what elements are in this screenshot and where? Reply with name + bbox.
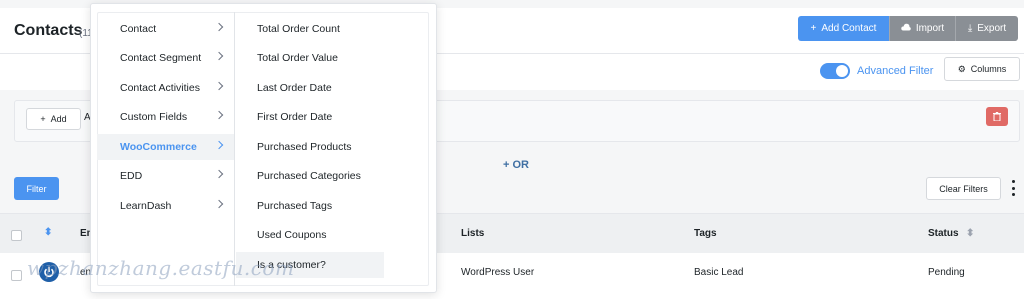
plus-icon: +	[40, 114, 46, 124]
cell-tags: Basic Lead	[694, 267, 744, 278]
filter-button[interactable]: Filter	[14, 177, 59, 200]
or-condition-button[interactable]: + OR	[503, 159, 529, 171]
category-contact[interactable]: Contact	[97, 16, 234, 42]
columns-button[interactable]: ⚙ Columns	[944, 57, 1020, 81]
cell-lists: WordPress User	[461, 267, 535, 278]
sort-icon[interactable]: ⬍	[44, 227, 52, 238]
cell-status: Pending	[928, 267, 965, 278]
category-label: Contact Segment	[120, 52, 202, 64]
plus-icon: +	[810, 23, 817, 34]
column-header-lists[interactable]: Lists	[461, 228, 484, 239]
category-label: WooCommerce	[120, 141, 197, 153]
more-options-icon[interactable]	[1009, 180, 1017, 196]
category-list: Contact Contact Segment Contact Activiti…	[97, 12, 234, 282]
trash-icon	[993, 112, 1001, 121]
chevron-right-icon	[214, 81, 224, 91]
select-all-checkbox[interactable]	[11, 230, 22, 241]
header-actions: + Add Contact Import ⤓ Export	[798, 16, 1018, 41]
option-used-coupons[interactable]: Used Coupons	[236, 222, 384, 248]
add-contact-label: Add Contact	[821, 23, 877, 34]
category-contact-segment[interactable]: Contact Segment	[97, 45, 234, 71]
chevron-right-icon	[214, 22, 224, 32]
row-checkbox[interactable]	[11, 270, 22, 281]
option-last-order-date[interactable]: Last Order Date	[236, 75, 384, 101]
page-title: Contacts	[14, 22, 83, 39]
import-label: Import	[915, 23, 945, 34]
option-total-order-value[interactable]: Total Order Value	[236, 45, 384, 71]
add-filter-label: Add	[50, 114, 67, 124]
option-total-order-count[interactable]: Total Order Count	[236, 16, 384, 42]
chevron-right-icon	[214, 199, 224, 209]
category-label: Contact	[120, 23, 157, 35]
clear-filters-button[interactable]: Clear Filters	[926, 177, 1001, 200]
category-label: Contact Activities	[120, 82, 200, 94]
advanced-filter-toggle[interactable]	[820, 63, 850, 79]
category-edd[interactable]: EDD	[97, 163, 234, 189]
columns-label: Columns	[970, 64, 1007, 74]
download-icon: ⤓	[967, 23, 973, 34]
category-label: LearnDash	[120, 200, 172, 212]
cloud-upload-icon	[901, 23, 911, 34]
page: Contacts (11 + Add Contact Import ⤓ Expo…	[0, 0, 1024, 299]
export-label: Export	[977, 23, 1007, 34]
export-button[interactable]: ⤓ Export	[955, 16, 1018, 41]
gear-icon: ⚙	[957, 63, 966, 74]
chevron-right-icon	[214, 51, 224, 61]
sort-icon[interactable]: ⬍	[966, 228, 974, 239]
category-woocommerce[interactable]: WooCommerce	[97, 134, 234, 160]
delete-filter-button[interactable]	[986, 107, 1008, 126]
column-header-status[interactable]: Status	[928, 228, 959, 239]
category-contact-activities[interactable]: Contact Activities	[97, 75, 234, 101]
option-purchased-products[interactable]: Purchased Products	[236, 134, 384, 160]
watermark: wpzhanzhang.eastfu.com	[27, 256, 295, 280]
category-custom-fields[interactable]: Custom Fields	[97, 104, 234, 130]
category-label: EDD	[120, 170, 143, 182]
option-purchased-tags[interactable]: Purchased Tags	[236, 193, 384, 219]
column-header-tags[interactable]: Tags	[694, 228, 717, 239]
or-label: OR	[512, 159, 529, 171]
option-first-order-date[interactable]: First Order Date	[236, 104, 384, 130]
dropdown-divider	[234, 12, 235, 286]
add-contact-button[interactable]: + Add Contact	[798, 16, 889, 41]
chevron-right-icon	[214, 140, 224, 150]
option-purchased-categories[interactable]: Purchased Categories	[236, 163, 384, 189]
chevron-right-icon	[214, 169, 224, 179]
category-label: Custom Fields	[120, 111, 188, 123]
category-learndash[interactable]: LearnDash	[97, 193, 234, 219]
chevron-right-icon	[214, 110, 224, 120]
advanced-filter-label: Advanced Filter	[857, 65, 934, 77]
add-filter-button[interactable]: + Add	[26, 108, 81, 130]
import-button[interactable]: Import	[889, 16, 955, 41]
